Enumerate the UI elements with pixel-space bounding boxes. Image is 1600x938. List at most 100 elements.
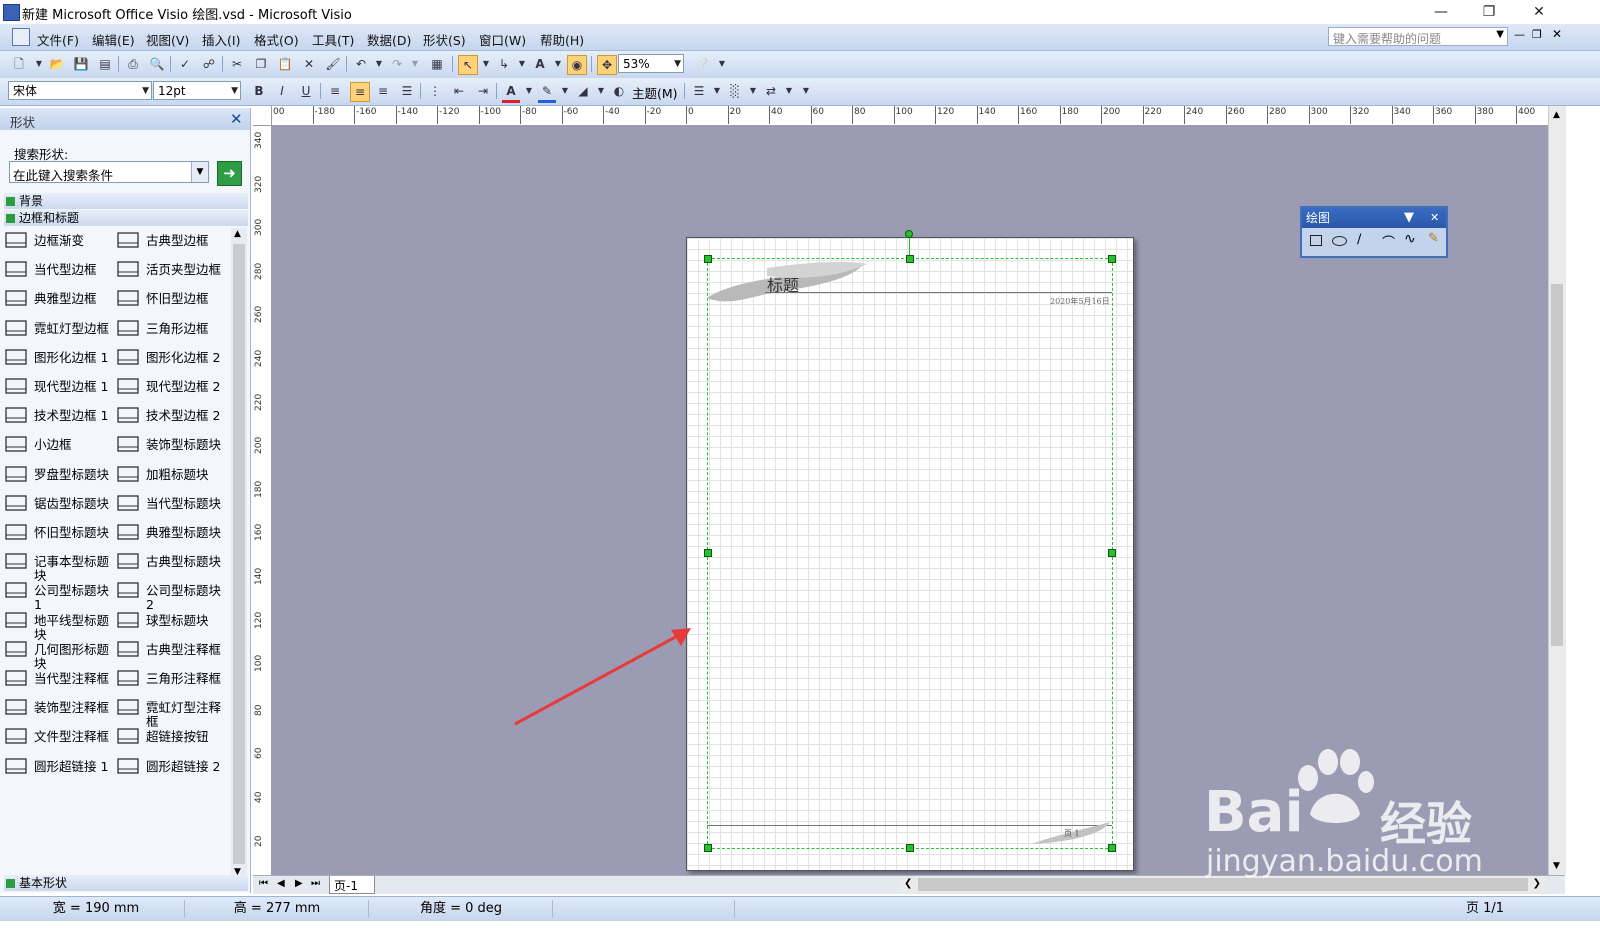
align-left-icon[interactable]: ≡ [326,82,344,100]
shape-item[interactable]: 典雅型标题块 [116,520,228,547]
menu-window[interactable]: 窗口(W) [479,30,526,49]
shape-item[interactable]: 古典型注释框 [116,637,228,664]
permission-icon[interactable]: ▤ [96,55,114,73]
chevron-down-icon[interactable]: ▼ [370,55,388,73]
chevron-down-icon[interactable]: ▼ [520,82,538,100]
chevron-down-icon[interactable]: ▼ [674,55,681,74]
close-icon[interactable]: ✕ [1430,208,1439,228]
shape-list-scrollbar[interactable]: ▲ ▼ [231,228,247,878]
zoom-combo[interactable]: 53% ▼ [618,54,684,73]
shape-item[interactable]: 装饰型注释框 [4,695,116,722]
shape-item[interactable]: 地平线型标题块 [4,608,116,641]
shape-item[interactable]: 装饰型标题块 [116,432,228,459]
help-icon[interactable]: ❔ [694,55,712,73]
bullets-icon[interactable]: ⋮ [426,82,444,100]
line-color-icon[interactable]: ✎ [538,82,556,103]
font-size-combo[interactable]: 12pt ▼ [153,81,241,100]
scroll-left-icon[interactable]: ❮ [904,878,912,889]
line-weight-icon[interactable]: ☰ [690,82,708,100]
shape-item[interactable]: 霓虹灯型注释框 [116,695,228,729]
shape-item[interactable]: 技术型边框 2 [116,403,228,430]
cut-icon[interactable]: ✂ [228,55,246,73]
shape-item[interactable]: 三角形边框 [116,316,228,343]
shape-item[interactable]: 三角形注释框 [116,666,228,693]
line-pattern-icon[interactable]: ░ [726,82,744,100]
redo-icon[interactable]: ↷ [388,55,406,73]
shape-item[interactable]: 几何图形标题块 [4,637,116,670]
doc-close-button[interactable]: ✕ [1552,27,1562,41]
doc-minimize-button[interactable]: — [1514,28,1525,41]
scroll-up-icon[interactable]: ▲ [1553,110,1560,120]
shape-item[interactable]: 现代型边框 1 [4,374,116,401]
chevron-down-icon[interactable]: ▼ [592,82,610,100]
chevron-down-icon[interactable]: ▼ [477,55,495,73]
visio-app-icon[interactable] [3,4,20,21]
underline-button[interactable]: U [297,82,315,100]
selection-handle-top-right[interactable] [1108,255,1116,263]
text-tool-icon[interactable]: A [531,55,549,73]
restore-button[interactable]: ❐ [1466,0,1512,24]
shape-item[interactable]: 怀旧型标题块 [4,520,116,547]
chevron-down-icon[interactable]: ▼ [780,82,798,100]
chevron-down-icon[interactable]: ▼ [142,82,149,101]
arc-tool-icon[interactable]: ⌒ [1382,232,1395,251]
shape-item[interactable]: 图形化边框 1 [4,345,116,372]
shape-item[interactable]: 球型标题块 [116,608,228,635]
shape-item[interactable]: 锯齿型标题块 [4,491,116,518]
chevron-down-icon[interactable]: ▼ [30,55,48,73]
line-ends-icon[interactable]: ⇄ [762,82,780,100]
shapes-window-icon[interactable]: ▦ [428,55,446,73]
last-page-icon[interactable]: ⏭ [311,878,320,889]
selection-handle-bottom-right[interactable] [1108,844,1116,852]
delete-icon[interactable]: ✕ [300,55,318,73]
scroll-thumb[interactable] [1551,284,1563,646]
stencil-basic-shapes[interactable]: 基本形状 [4,875,248,891]
rectangle-tool-icon[interactable] [1310,235,1322,246]
paste-icon[interactable]: 📋 [276,55,294,73]
spelling-icon[interactable]: ✓ [176,55,194,73]
rotation-handle[interactable] [905,230,913,238]
pan-zoom-icon[interactable]: ✥ [597,55,617,75]
shape-item[interactable]: 公司型标题块 2 [116,578,228,612]
shape-item[interactable]: 罗盘型标题块 [4,462,116,489]
justify-icon[interactable]: ☰ [398,82,416,100]
menu-tools[interactable]: 工具(T) [312,30,354,49]
status-page[interactable]: 页 1/1 [1440,900,1530,918]
selection-handle-top-left[interactable] [704,255,712,263]
chevron-down-icon[interactable]: ▼ [406,55,424,73]
shape-item[interactable]: 技术型边框 1 [4,403,116,430]
first-page-icon[interactable]: ⏮ [259,878,268,889]
next-page-icon[interactable]: ▶ [295,878,303,889]
selection-handle-right[interactable] [1108,549,1116,557]
print-preview-icon[interactable]: 🔍 [148,55,166,73]
scroll-thumb[interactable] [233,244,245,864]
search-go-button[interactable]: ➜ [217,161,242,186]
font-combo[interactable]: 宋体 ▼ [8,81,152,100]
shape-item[interactable]: 圆形超链接 1 [4,754,116,781]
copy-icon[interactable]: ❐ [252,55,270,73]
theme-icon[interactable]: ◐ [610,82,628,100]
font-color-icon[interactable]: A [502,82,520,103]
stencil-borders-titles[interactable]: 边框和标题 [4,210,248,226]
increase-indent-icon[interactable]: ⇥ [474,82,492,100]
menu-format[interactable]: 格式(O) [254,30,299,49]
decrease-indent-icon[interactable]: ⇤ [450,82,468,100]
shape-item[interactable]: 古典型边框 [116,228,228,255]
shape-item[interactable]: 小边框 [4,432,116,459]
shape-item[interactable]: 文件型注释框 [4,724,116,751]
scroll-up-icon[interactable]: ▲ [234,229,241,239]
undo-icon[interactable]: ↶ [352,55,370,73]
drawing-page[interactable]: 标题 2020年5月16日 页 1 [686,230,1134,871]
align-center-icon[interactable]: ≡ [350,82,370,102]
chevron-down-icon[interactable]: ▼ [1496,29,1504,40]
menu-insert[interactable]: 插入(I) [202,30,240,49]
shape-item[interactable]: 当代型边框 [4,257,116,284]
toolbar-options-icon[interactable]: ▼ [713,55,731,73]
shape-item[interactable]: 图形化边框 2 [116,345,228,372]
menu-edit[interactable]: 编辑(E) [92,30,135,49]
shape-item[interactable]: 怀旧型边框 [116,286,228,313]
new-icon[interactable]: 🗋 [10,55,28,73]
selection-handle-top[interactable] [906,255,914,263]
pointer-tool-icon[interactable]: ↖ [458,55,478,75]
shape-item[interactable]: 霓虹灯型边框 [4,316,116,343]
